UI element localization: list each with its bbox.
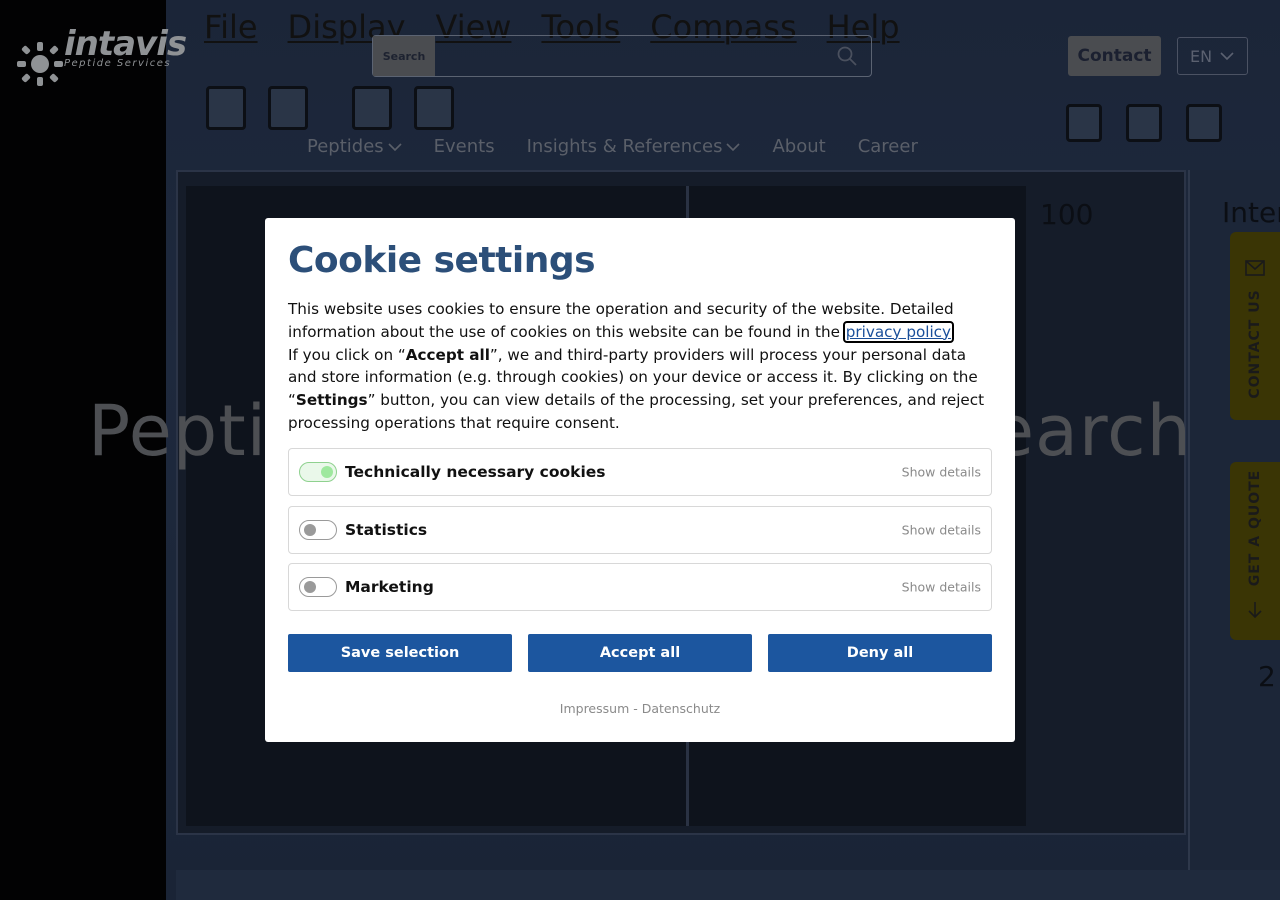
bg-bottom-strip (176, 870, 1280, 900)
bg-toolbar-icon (1066, 104, 1102, 142)
nav-item-about[interactable]: About (772, 136, 825, 157)
bg-number-2: 2 (1258, 660, 1276, 693)
chevron-down-icon (388, 142, 402, 151)
show-details-link[interactable]: Show details (902, 580, 981, 595)
settings-bold: Settings (295, 391, 368, 410)
cookie-category-necessary: Technically necessary cookies Show detai… (288, 448, 992, 496)
search-button[interactable]: Search (373, 36, 435, 76)
hero-title-right: earch (990, 390, 1192, 472)
marketing-toggle[interactable] (299, 577, 337, 597)
search-icon[interactable] (837, 46, 857, 66)
contact-button[interactable]: Contact (1068, 36, 1161, 76)
bg-toolbar-icon (268, 86, 308, 130)
nav-item-career[interactable]: Career (858, 136, 918, 157)
privacy-policy-link[interactable]: privacy policy (842, 320, 955, 343)
deny-all-button[interactable]: Deny all (768, 634, 992, 672)
language-value: EN (1190, 46, 1213, 66)
cookie-category-statistics: Statistics Show details (288, 506, 992, 554)
cookie-category-marketing: Marketing Show details (288, 563, 992, 611)
contact-us-tab[interactable]: CONTACT US (1230, 232, 1280, 420)
accept-all-bold: Accept all (405, 345, 490, 364)
necessary-toggle[interactable] (299, 462, 337, 482)
nav-label: Peptides (307, 136, 384, 157)
cookie-intro-text: This website uses cookies to ensure the … (288, 298, 993, 435)
datenschutz-link[interactable]: Datenschutz (642, 701, 721, 716)
intro-text-2c: ” button, you can view details of the pr… (288, 391, 985, 432)
accept-all-button[interactable]: Accept all (528, 634, 752, 672)
get-quote-label: GET A QUOTE (1247, 469, 1263, 587)
modal-title: Cookie settings (288, 240, 596, 281)
bg-toolbar-icon (1126, 104, 1162, 142)
language-select[interactable]: EN (1177, 37, 1248, 75)
footer-separator: - (629, 701, 642, 716)
bg-toolbar-icon (414, 86, 454, 130)
nav-item-insights[interactable]: Insights & References (527, 136, 741, 157)
intro-text-2a: If you click on “ (288, 345, 406, 364)
nav-label: Career (857, 136, 918, 157)
modal-footer-links: Impressum - Datenschutz (265, 701, 1015, 716)
bg-toolbar-icon (1186, 104, 1222, 142)
nav-item-peptides[interactable]: Peptides (307, 136, 402, 157)
bg-menu-file: File (204, 8, 258, 46)
main-nav: Peptides Events Insights & References Ab… (307, 136, 918, 157)
logo-sunburst-icon (17, 42, 63, 86)
bg-toolbar-icon (206, 86, 246, 130)
cookie-category-label: Statistics (345, 521, 428, 539)
arrow-down-icon (1248, 602, 1262, 619)
bg-number-100: 100 (1040, 198, 1094, 231)
save-selection-button[interactable]: Save selection (288, 634, 512, 672)
cookie-category-label: Marketing (345, 578, 434, 596)
show-details-link[interactable]: Show details (902, 465, 981, 480)
nav-item-events[interactable]: Events (434, 136, 495, 157)
chevron-down-icon (726, 142, 741, 151)
cookie-category-label: Technically necessary cookies (345, 463, 606, 481)
get-quote-tab[interactable]: GET A QUOTE (1230, 462, 1280, 640)
nav-label: Insights & References (526, 136, 723, 157)
nav-label: Events (433, 136, 495, 157)
envelope-icon (1245, 260, 1265, 276)
site-search[interactable]: Search (372, 35, 872, 77)
chevron-down-icon (1220, 52, 1234, 60)
impressum-link[interactable]: Impressum (560, 701, 629, 716)
logo-tagline: Peptide Services (64, 58, 172, 69)
toggle-knob (304, 524, 316, 536)
show-details-link[interactable]: Show details (902, 523, 981, 538)
statistics-toggle[interactable] (299, 520, 337, 540)
bg-toolbar-icon (352, 86, 392, 130)
toggle-knob (304, 581, 316, 593)
intavis-logo[interactable]: intavis Peptide Services (16, 22, 187, 92)
bg-text-inten: Inten (1222, 196, 1280, 229)
contact-us-label: CONTACT US (1247, 289, 1263, 399)
toggle-knob (321, 466, 333, 478)
nav-label: About (772, 136, 826, 157)
